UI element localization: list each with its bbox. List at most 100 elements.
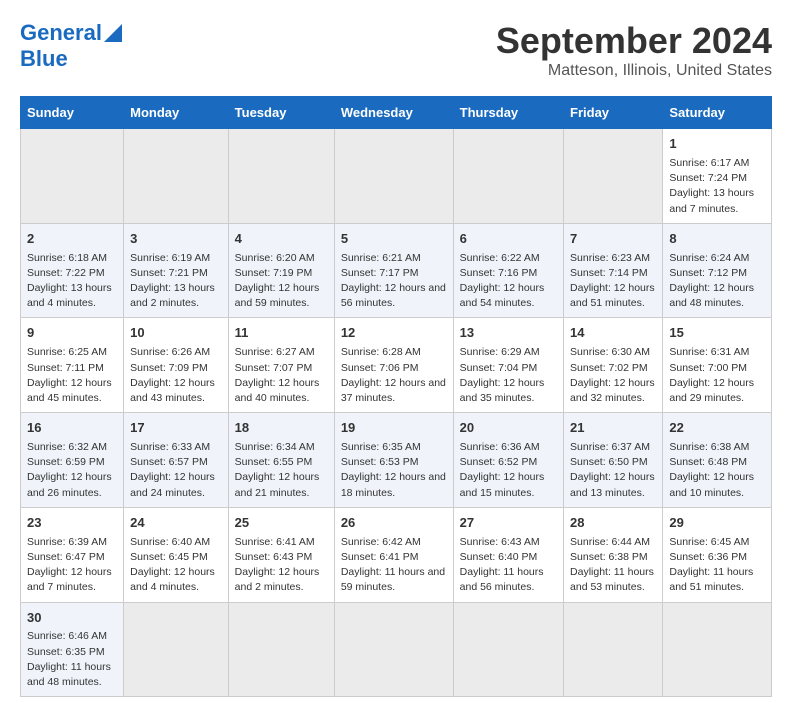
sunrise-label: Sunrise: 6:30 AM	[570, 346, 650, 358]
page-subtitle: Matteson, Illinois, United States	[496, 62, 772, 80]
calendar-cell: 26 Sunrise: 6:42 AM Sunset: 6:41 PM Dayl…	[334, 507, 453, 602]
daylight-label: Daylight: 12 hours and 18 minutes.	[341, 471, 446, 498]
sunrise-label: Sunrise: 6:46 AM	[27, 630, 107, 642]
day-number: 27	[460, 514, 557, 533]
logo-text-blue: Blue	[20, 46, 68, 71]
calendar-week-row: 23 Sunrise: 6:39 AM Sunset: 6:47 PM Dayl…	[21, 507, 772, 602]
sunrise-label: Sunrise: 6:32 AM	[27, 441, 107, 453]
day-number: 20	[460, 419, 557, 438]
daylight-label: Daylight: 12 hours and 45 minutes.	[27, 377, 112, 404]
calendar-cell: 20 Sunrise: 6:36 AM Sunset: 6:52 PM Dayl…	[453, 413, 563, 508]
day-number: 30	[27, 609, 117, 628]
day-number: 13	[460, 324, 557, 343]
day-number: 1	[669, 135, 765, 154]
day-number: 6	[460, 230, 557, 249]
calendar-cell: 27 Sunrise: 6:43 AM Sunset: 6:40 PM Dayl…	[453, 507, 563, 602]
title-block: September 2024 Matteson, Illinois, Unite…	[496, 20, 772, 80]
sunrise-label: Sunrise: 6:19 AM	[130, 252, 210, 264]
day-number: 16	[27, 419, 117, 438]
daylight-label: Daylight: 11 hours and 59 minutes.	[341, 566, 445, 593]
daylight-label: Daylight: 12 hours and 26 minutes.	[27, 471, 112, 498]
sunset-label: Sunset: 7:16 PM	[460, 267, 538, 279]
calendar-cell: 5 Sunrise: 6:21 AM Sunset: 7:17 PM Dayli…	[334, 223, 453, 318]
calendar-week-row: 16 Sunrise: 6:32 AM Sunset: 6:59 PM Dayl…	[21, 413, 772, 508]
calendar-cell: 13 Sunrise: 6:29 AM Sunset: 7:04 PM Dayl…	[453, 318, 563, 413]
day-number: 21	[570, 419, 656, 438]
sunrise-label: Sunrise: 6:21 AM	[341, 252, 421, 264]
calendar-cell: 17 Sunrise: 6:33 AM Sunset: 6:57 PM Dayl…	[124, 413, 229, 508]
calendar-cell	[663, 602, 772, 697]
sunset-label: Sunset: 7:11 PM	[27, 362, 104, 374]
sunset-label: Sunset: 7:04 PM	[460, 362, 538, 374]
sunset-label: Sunset: 6:36 PM	[669, 551, 747, 563]
calendar-cell: 10 Sunrise: 6:26 AM Sunset: 7:09 PM Dayl…	[124, 318, 229, 413]
calendar-cell: 9 Sunrise: 6:25 AM Sunset: 7:11 PM Dayli…	[21, 318, 124, 413]
daylight-label: Daylight: 12 hours and 59 minutes.	[235, 282, 320, 309]
sunrise-label: Sunrise: 6:27 AM	[235, 346, 315, 358]
daylight-label: Daylight: 12 hours and 51 minutes.	[570, 282, 655, 309]
sunset-label: Sunset: 6:50 PM	[570, 456, 648, 468]
calendar-cell: 25 Sunrise: 6:41 AM Sunset: 6:43 PM Dayl…	[228, 507, 334, 602]
sunrise-label: Sunrise: 6:29 AM	[460, 346, 540, 358]
day-number: 19	[341, 419, 447, 438]
sunset-label: Sunset: 7:00 PM	[669, 362, 747, 374]
day-number: 14	[570, 324, 656, 343]
col-tuesday: Tuesday	[228, 97, 334, 129]
col-monday: Monday	[124, 97, 229, 129]
day-number: 8	[669, 230, 765, 249]
calendar-cell: 14 Sunrise: 6:30 AM Sunset: 7:02 PM Dayl…	[564, 318, 663, 413]
day-number: 9	[27, 324, 117, 343]
day-number: 7	[570, 230, 656, 249]
day-number: 11	[235, 324, 328, 343]
day-number: 4	[235, 230, 328, 249]
daylight-label: Daylight: 11 hours and 56 minutes.	[460, 566, 544, 593]
sunrise-label: Sunrise: 6:26 AM	[130, 346, 210, 358]
calendar-cell	[228, 129, 334, 224]
calendar-cell: 12 Sunrise: 6:28 AM Sunset: 7:06 PM Dayl…	[334, 318, 453, 413]
daylight-label: Daylight: 12 hours and 29 minutes.	[669, 377, 754, 404]
sunrise-label: Sunrise: 6:20 AM	[235, 252, 315, 264]
sunrise-label: Sunrise: 6:28 AM	[341, 346, 421, 358]
sunrise-label: Sunrise: 6:33 AM	[130, 441, 210, 453]
sunset-label: Sunset: 7:22 PM	[27, 267, 105, 279]
daylight-label: Daylight: 12 hours and 7 minutes.	[27, 566, 112, 593]
sunset-label: Sunset: 7:21 PM	[130, 267, 208, 279]
sunrise-label: Sunrise: 6:36 AM	[460, 441, 540, 453]
day-number: 23	[27, 514, 117, 533]
sunset-label: Sunset: 7:02 PM	[570, 362, 648, 374]
sunset-label: Sunset: 6:47 PM	[27, 551, 105, 563]
daylight-label: Daylight: 11 hours and 51 minutes.	[669, 566, 753, 593]
daylight-label: Daylight: 12 hours and 56 minutes.	[341, 282, 446, 309]
sunrise-label: Sunrise: 6:39 AM	[27, 536, 107, 548]
daylight-label: Daylight: 12 hours and 2 minutes.	[235, 566, 320, 593]
calendar-cell: 6 Sunrise: 6:22 AM Sunset: 7:16 PM Dayli…	[453, 223, 563, 318]
calendar-cell: 19 Sunrise: 6:35 AM Sunset: 6:53 PM Dayl…	[334, 413, 453, 508]
calendar-cell: 22 Sunrise: 6:38 AM Sunset: 6:48 PM Dayl…	[663, 413, 772, 508]
day-number: 2	[27, 230, 117, 249]
sunset-label: Sunset: 7:19 PM	[235, 267, 313, 279]
day-number: 24	[130, 514, 222, 533]
calendar-cell: 29 Sunrise: 6:45 AM Sunset: 6:36 PM Dayl…	[663, 507, 772, 602]
sunset-label: Sunset: 6:43 PM	[235, 551, 313, 563]
day-number: 25	[235, 514, 328, 533]
sunrise-label: Sunrise: 6:41 AM	[235, 536, 315, 548]
calendar-week-row: 9 Sunrise: 6:25 AM Sunset: 7:11 PM Dayli…	[21, 318, 772, 413]
calendar-table: Sunday Monday Tuesday Wednesday Thursday…	[20, 96, 772, 697]
sunset-label: Sunset: 6:55 PM	[235, 456, 313, 468]
calendar-cell: 8 Sunrise: 6:24 AM Sunset: 7:12 PM Dayli…	[663, 223, 772, 318]
sunset-label: Sunset: 6:48 PM	[669, 456, 747, 468]
calendar-cell: 1 Sunrise: 6:17 AM Sunset: 7:24 PM Dayli…	[663, 129, 772, 224]
sunset-label: Sunset: 7:06 PM	[341, 362, 419, 374]
calendar-cell: 4 Sunrise: 6:20 AM Sunset: 7:19 PM Dayli…	[228, 223, 334, 318]
daylight-label: Daylight: 11 hours and 48 minutes.	[27, 661, 111, 688]
daylight-label: Daylight: 12 hours and 10 minutes.	[669, 471, 754, 498]
daylight-label: Daylight: 12 hours and 54 minutes.	[460, 282, 545, 309]
daylight-label: Daylight: 12 hours and 15 minutes.	[460, 471, 545, 498]
sunset-label: Sunset: 6:45 PM	[130, 551, 208, 563]
daylight-label: Daylight: 12 hours and 13 minutes.	[570, 471, 655, 498]
day-number: 22	[669, 419, 765, 438]
page-header: General Blue September 2024 Matteson, Il…	[20, 20, 772, 80]
daylight-label: Daylight: 13 hours and 4 minutes.	[27, 282, 112, 309]
calendar-cell: 16 Sunrise: 6:32 AM Sunset: 6:59 PM Dayl…	[21, 413, 124, 508]
col-sunday: Sunday	[21, 97, 124, 129]
